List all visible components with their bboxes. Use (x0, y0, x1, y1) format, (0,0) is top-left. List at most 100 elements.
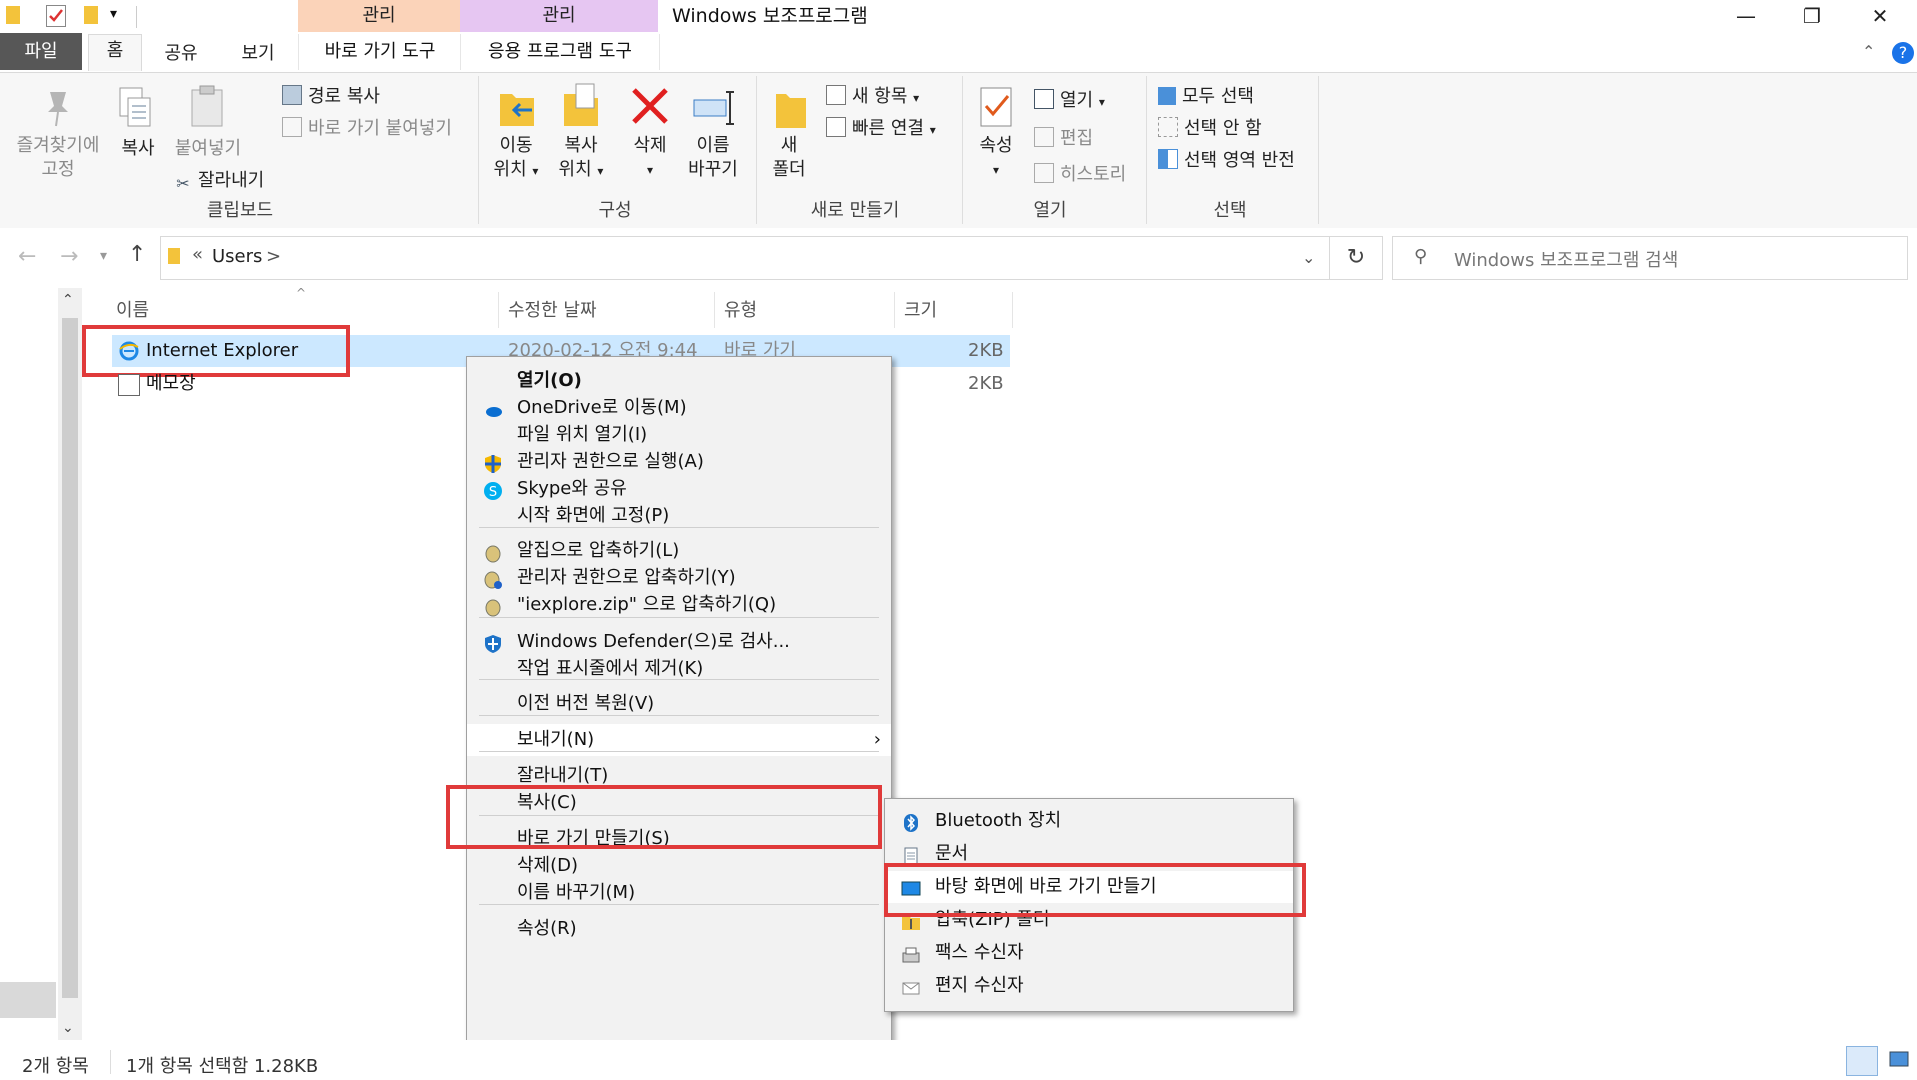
history-button[interactable]: 히스토리 (1034, 160, 1126, 186)
defender-icon (483, 633, 503, 653)
refresh-icon[interactable]: ↻ (1330, 236, 1383, 280)
invert-selection-icon (1158, 149, 1178, 169)
minimize-button[interactable]: — (1716, 0, 1776, 32)
nav-pane-selected-item[interactable] (0, 982, 56, 1018)
column-header-type[interactable]: 유형 (724, 296, 757, 326)
new-folder-label-1: 새 (780, 135, 798, 156)
scroll-up-icon[interactable]: ⌃ (62, 292, 74, 308)
copy-to-label-2: 위치 (558, 159, 592, 180)
send-to-menu-item[interactable]: Bluetooth 장치 (885, 805, 1293, 837)
chevron-down-icon: ▾ (913, 91, 920, 105)
documents-icon (901, 845, 921, 865)
column-separator[interactable] (1012, 292, 1013, 328)
column-separator[interactable] (714, 292, 715, 328)
copy-path-icon (282, 85, 302, 105)
cut-button[interactable]: ✂ 잘라내기 (174, 166, 265, 193)
ribbon-separator (1146, 76, 1147, 224)
tab-share[interactable]: 공유 (154, 38, 208, 70)
move-to-label-1: 이동 (499, 135, 533, 156)
breadcrumb-overflow[interactable]: « (192, 244, 203, 265)
menu-separator (479, 679, 879, 680)
easy-access-button[interactable]: 빠른 연결 ▾ (826, 114, 936, 140)
open-button[interactable]: 열기 ▾ (1034, 86, 1105, 112)
status-selection: 1개 항목 선택함 1.28KB (126, 1056, 319, 1077)
column-header-date[interactable]: 수정한 날짜 (508, 296, 597, 326)
properties-icon (978, 84, 1016, 135)
file-name[interactable]: 메모장 (146, 368, 196, 400)
rename-label-1: 이름 (696, 135, 730, 156)
rename-button[interactable]: 이름 바꾸기 (682, 134, 744, 182)
copy-path-button[interactable]: 경로 복사 (282, 82, 380, 108)
recent-locations-chevron-icon[interactable]: ▾ (100, 248, 107, 264)
menu-separator (479, 715, 879, 716)
scrollbar-thumb[interactable] (62, 318, 78, 998)
move-to-button[interactable]: 이동 위치 ▾ (488, 134, 544, 183)
column-separator[interactable] (894, 292, 895, 328)
properties-quick-icon[interactable] (46, 5, 66, 27)
close-button[interactable]: ✕ (1850, 0, 1910, 32)
highlight-box-send-to (446, 785, 882, 849)
easy-access-label: 빠른 연결 (852, 118, 924, 139)
paste-shortcut-icon (282, 117, 302, 137)
invert-selection-label: 선택 영역 반전 (1184, 150, 1295, 171)
breadcrumb-separator[interactable]: > (266, 246, 281, 267)
send-to-menu-item[interactable]: 팩스 수신자 (885, 937, 1293, 969)
svg-text:S: S (489, 485, 497, 500)
copy-to-icon (560, 82, 602, 135)
pin-to-quick-access-button[interactable]: 즐겨찾기에 고정 (10, 134, 106, 182)
column-separator[interactable] (498, 292, 499, 328)
collapse-ribbon-icon[interactable]: ⌃ (1862, 42, 1875, 61)
column-header-name[interactable]: 이름 (116, 296, 149, 326)
address-dropdown-chevron-icon[interactable]: ⌄ (1302, 248, 1315, 267)
menu-separator (479, 617, 879, 618)
file-size: 2KB (968, 373, 1004, 394)
up-arrow-icon[interactable]: ↑ (128, 242, 146, 267)
new-folder-label-2: 폴더 (772, 159, 806, 180)
breadcrumb-users[interactable]: Users (212, 246, 262, 267)
scroll-down-icon[interactable]: ⌄ (62, 1020, 74, 1036)
forward-arrow-icon[interactable]: → (60, 244, 78, 269)
context-header-manage-2: 관리 (460, 0, 658, 32)
cut-label: 잘라내기 (198, 170, 265, 191)
address-box[interactable] (160, 236, 1330, 280)
invert-selection-button[interactable]: 선택 영역 반전 (1158, 146, 1295, 172)
copy-button[interactable]: 복사 (116, 134, 160, 160)
details-view-icon[interactable] (1846, 1046, 1878, 1076)
select-all-button[interactable]: 모두 선택 (1158, 82, 1254, 108)
alzip-admin-icon (483, 569, 503, 589)
group-new-label: 새로 만들기 (810, 200, 900, 221)
search-input[interactable]: Windows 보조프로그램 검색 (1454, 246, 1678, 272)
context-menu-item[interactable]: 작업 표시줄에서 제거(K) (467, 653, 891, 685)
help-icon[interactable]: ? (1892, 42, 1914, 64)
status-item-count: 2개 항목 (22, 1056, 89, 1077)
paste-shortcut-button[interactable]: 바로 가기 붙여넣기 (282, 114, 452, 140)
back-arrow-icon[interactable]: ← (18, 244, 36, 269)
edit-button[interactable]: 편집 (1034, 124, 1093, 150)
new-item-button[interactable]: 새 항목 ▾ (826, 82, 919, 108)
large-icons-view-icon[interactable] (1884, 1046, 1914, 1074)
context-menu-item[interactable]: 속성(R) (467, 913, 891, 945)
paste-button[interactable]: 붙여넣기 (170, 134, 246, 160)
delete-button[interactable]: 삭제 ▾ (626, 134, 674, 182)
column-header-size[interactable]: 크기 (904, 296, 937, 326)
group-organize-label: 구성 (598, 200, 632, 221)
tab-file[interactable]: 파일 (0, 33, 82, 70)
properties-button[interactable]: 속성 ▾ (972, 134, 1020, 182)
send-to-menu-item[interactable]: 편지 수신자 (885, 970, 1293, 1002)
send-to-menu-item-label: 편지 수신자 (935, 975, 1024, 996)
divider (110, 1050, 111, 1074)
window-title: Windows 보조프로그램 (672, 5, 868, 27)
copy-to-button[interactable]: 복사 위치 ▾ (552, 134, 610, 183)
quick-access-dropdown-icon[interactable]: ▾ (110, 6, 117, 22)
tab-home[interactable]: 홈 (88, 34, 142, 71)
new-folder-quick-icon[interactable] (84, 6, 98, 24)
new-folder-button[interactable]: 새 폴더 (766, 134, 812, 182)
maximize-button[interactable]: ❐ (1782, 0, 1842, 32)
tab-app-tools[interactable]: 응용 프로그램 도구 (460, 34, 660, 70)
tab-view[interactable]: 보기 (228, 38, 288, 70)
select-none-button[interactable]: 선택 안 함 (1158, 114, 1262, 140)
tab-shortcut-tools[interactable]: 바로 가기 도구 (298, 34, 462, 70)
paste-icon (188, 84, 228, 135)
pin-icon (40, 88, 76, 133)
mail-icon (901, 977, 921, 997)
